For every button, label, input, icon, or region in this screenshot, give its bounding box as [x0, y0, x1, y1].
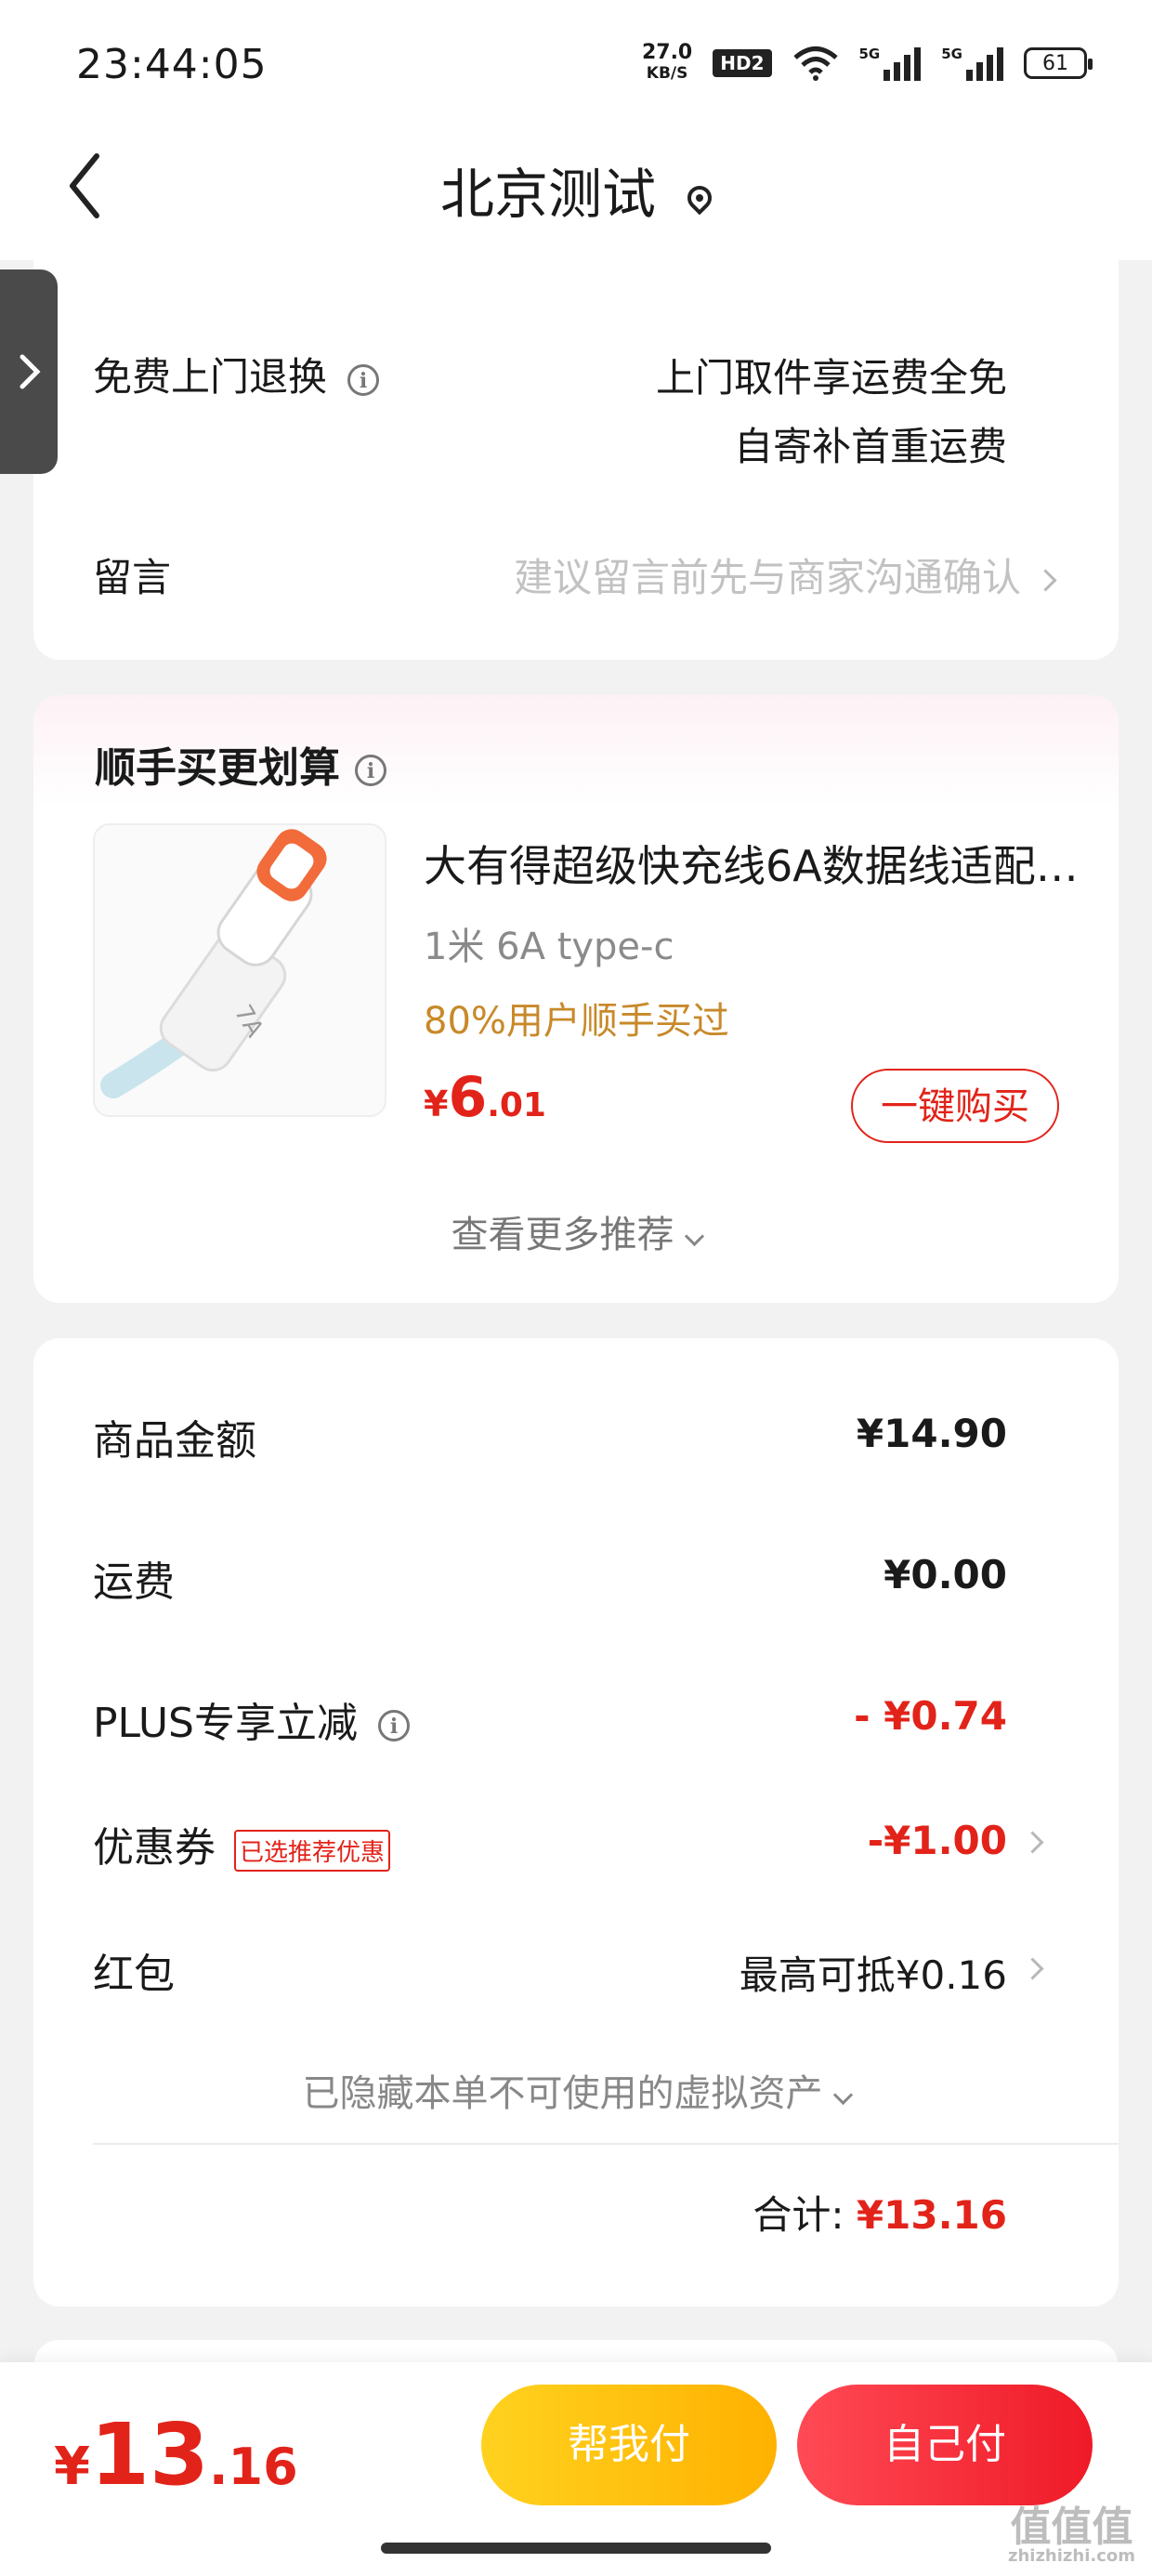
return-service-desc: 上门取件享运费全免 自寄补首重运费: [655, 355, 1007, 469]
product-price: ¥6.01: [424, 1065, 546, 1130]
recommend-title: 顺手买更划算 i: [95, 734, 386, 794]
total-amount: 合计: ¥13.16: [753, 2192, 1007, 2238]
hd-icon: HD2: [713, 49, 772, 77]
coupon-badge: 已选推荐优惠: [234, 1829, 391, 1872]
product-thumbnail[interactable]: 7A: [93, 823, 386, 1117]
see-more-recommendations[interactable]: 查看更多推荐: [33, 1204, 1119, 1258]
location-pin-icon: [682, 180, 717, 216]
chevron-right-icon: [1021, 1957, 1044, 1980]
battery-icon: 61: [1024, 47, 1093, 79]
home-indicator[interactable]: [381, 2543, 771, 2554]
amount-card: 商品金额 ¥14.90 运费 ¥0.00 PLUS专享立减 i - ¥0.74 优…: [33, 1338, 1119, 2307]
red-packet-row[interactable]: 红包 最高可抵¥0.16: [93, 1940, 1044, 2015]
product-spec: 1米 6A type-c: [424, 926, 674, 968]
signal-5g-1-icon: 5G: [859, 46, 922, 81]
page-header: 北京测试: [0, 130, 1152, 260]
product-name[interactable]: 大有得超级快充线6A数据线适配华为: [424, 833, 1093, 894]
service-card: 免费上门退换 i 上门取件享运费全免 自寄补首重运费 留言 建议留言前先与商家沟通…: [33, 260, 1119, 660]
chevron-right-icon: [1021, 1831, 1044, 1854]
chevron-right-icon: [1034, 569, 1057, 592]
pay-amount: ¥13.16: [54, 2405, 298, 2504]
message-label: 留言: [93, 555, 172, 600]
shipping-row: 运费 ¥0.00: [93, 1552, 1007, 1606]
coupon-row[interactable]: 优惠券 已选推荐优惠 -¥1.00: [93, 1814, 1044, 1888]
status-icons: 27.0 KB/S HD2 5G 5G 61: [641, 41, 1093, 84]
info-icon[interactable]: i: [378, 1710, 410, 1741]
one-click-buy-button[interactable]: 一键购买: [851, 1069, 1059, 1143]
side-expand-tab[interactable]: [0, 269, 58, 474]
network-speed: 27.0 KB/S: [641, 41, 693, 84]
cable-image: 7A: [100, 829, 327, 1098]
product-social-proof: 80%用户顺手买过: [424, 1000, 729, 1043]
status-bar: 23:44:05 27.0 KB/S HD2 5G 5G 61: [0, 0, 1152, 130]
return-service-label: 免费上门退换 i: [93, 346, 380, 402]
pay-myself-button[interactable]: 自己付: [797, 2385, 1093, 2505]
chevron-right-icon: [20, 354, 41, 389]
wifi-icon: [792, 46, 838, 81]
goods-amount-row: 商品金额 ¥14.90: [93, 1411, 1007, 1465]
status-time: 23:44:05: [76, 41, 268, 88]
page-title[interactable]: 北京测试: [0, 151, 1152, 229]
signal-5g-2-icon: 5G: [941, 46, 1003, 81]
info-icon[interactable]: i: [355, 755, 386, 786]
divider: [93, 2143, 1119, 2145]
recommend-card: 顺手买更划算 i 7A 大有得超级快充线6A数据线适配华为 1米 6A type-…: [33, 695, 1119, 1303]
chevron-down-icon: [684, 1226, 704, 1247]
chevron-down-icon: [832, 2084, 853, 2106]
watermark-logo: 值值值 zhizhizhi.com: [1007, 2504, 1135, 2567]
help-me-pay-button[interactable]: 帮我付: [481, 2385, 777, 2505]
hidden-assets-toggle[interactable]: 已隐藏本单不可使用的虚拟资产: [33, 2063, 1119, 2117]
info-icon[interactable]: i: [347, 363, 380, 396]
message-input[interactable]: 建议留言前先与商家沟通确认: [514, 546, 1057, 603]
plus-discount-row: PLUS专享立减 i - ¥0.74: [93, 1693, 1007, 1747]
